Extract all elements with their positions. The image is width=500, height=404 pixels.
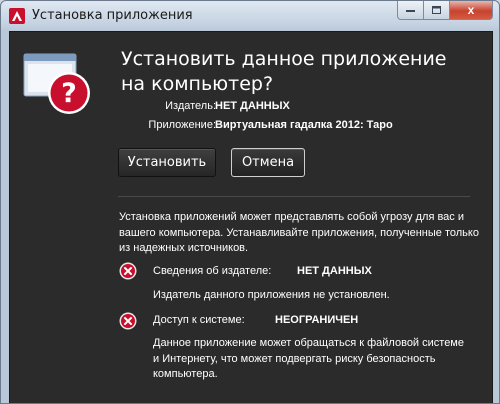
window-controls: x [397, 1, 493, 21]
error-x-icon [119, 312, 137, 330]
security-warning-text: Установка приложений может представлять … [119, 211, 479, 254]
system-access-label: Доступ к системе: [153, 314, 245, 326]
application-label: Приложение: [148, 119, 216, 131]
adobe-air-icon [9, 8, 25, 24]
application-value: Виртуальная гадалка 2012: Таро [215, 119, 393, 131]
question-warning-icon: ? [22, 46, 94, 118]
maximize-button[interactable] [424, 1, 450, 20]
minimize-icon [406, 10, 415, 12]
dialog-body: ? Установить данное приложение на компью… [9, 31, 493, 403]
divider [118, 196, 470, 197]
minimize-button[interactable] [397, 1, 424, 20]
svg-text:?: ? [61, 78, 77, 109]
publisher-info-label: Сведения об издателе: [153, 265, 272, 277]
publisher-label: Издатель: [165, 100, 216, 112]
dialog-headline: Установить данное приложение на компьюте… [121, 48, 447, 95]
publisher-info-value: НЕТ ДАННЫХ [297, 265, 372, 277]
system-access-value: НЕОГРАНИЧЕН [275, 314, 359, 326]
install-button[interactable]: Установить [118, 148, 216, 177]
system-access-description: Данное приложение может обращаться к фай… [153, 337, 464, 380]
cancel-button[interactable]: Отмена [231, 148, 305, 177]
close-button[interactable]: x [450, 1, 493, 20]
publisher-info-description: Издатель данного приложения не установле… [153, 289, 390, 301]
publisher-value: НЕТ ДАННЫХ [215, 100, 290, 112]
maximize-icon [432, 6, 441, 14]
close-icon: x [467, 3, 475, 17]
install-dialog-window: Установка приложения x ? Установить данн… [0, 0, 500, 404]
window-title: Установка приложения [32, 8, 193, 23]
title-bar[interactable]: Установка приложения x [1, 1, 499, 31]
error-x-icon [119, 262, 137, 280]
